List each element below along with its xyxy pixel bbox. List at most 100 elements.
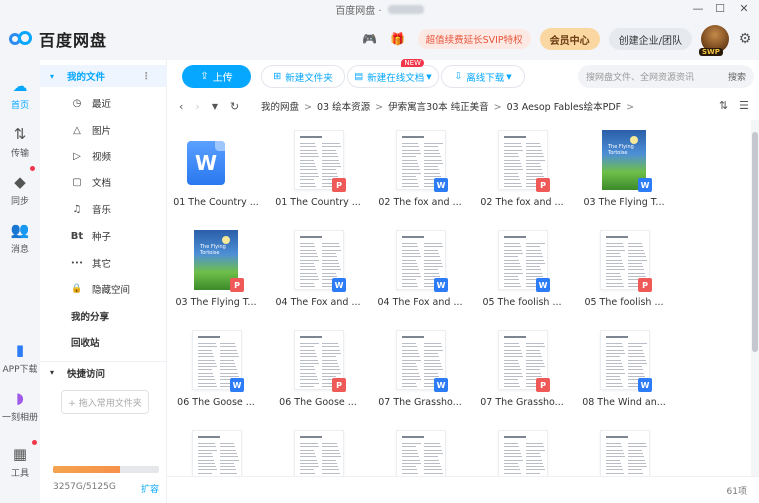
refresh-icon[interactable]: ↻ [230,100,239,113]
status-footer: 61项 [167,476,759,503]
nav-my-files-label: 我的文件 [67,72,106,83]
file-item[interactable] [371,420,469,476]
file-item[interactable]: The Flying Tortoise W 03 The Flying T... [575,120,673,216]
gift-icon[interactable]: 🎁 [390,31,406,47]
nav-item-recent[interactable]: ◷ 最近 [40,92,167,114]
upload-label: 上传 [212,73,233,84]
rail-item-tools[interactable]: ▦ 工具 [0,444,40,479]
file-item[interactable] [269,420,367,476]
word-badge-icon: W [332,278,346,292]
new-folder-button[interactable]: ⊞ 新建文件夹 [261,65,345,88]
storage-usage-text: 3257G/5125G [53,482,116,492]
add-common-folder-button[interactable]: + 拖入常用文件夹 [61,390,149,414]
nav-item-music[interactable]: ♫ 音乐 [40,198,167,220]
title-bar: 百度网盘 · — ☐ ✕ [0,0,759,18]
file-item[interactable]: P 05 The foolish ... [575,220,673,316]
list-view-icon[interactable]: ☰ [739,99,749,112]
nav-item-docs[interactable]: ▢ 文档 [40,171,167,193]
member-center-button[interactable]: 会员中心 [539,28,600,50]
more-icon[interactable]: ⋮ [142,71,152,82]
nav-my-share[interactable]: 我的分享 [40,305,167,327]
search-button[interactable]: 搜索 [728,70,746,83]
breadcrumb-item[interactable]: 伊索寓言30本 纯正美音 [388,102,489,113]
scrollbar-thumb[interactable] [752,132,758,352]
play-icon: ▷ [73,150,81,162]
forward-arrow-icon[interactable]: › [195,100,199,113]
sync-icon: ◆ [14,173,26,191]
file-item[interactable]: P 06 The Goose ... [269,320,367,416]
maximize-button[interactable]: ☐ [712,2,728,15]
rail-item-messages[interactable]: 👥 消息 [0,220,40,255]
file-item[interactable]: W 04 The Fox and ... [269,220,367,316]
nav-item-hidden-space[interactable]: 🔒 隐藏空间 [40,278,167,300]
nav-quick-access[interactable]: ▾ 快捷访问 [40,361,167,383]
offline-download-button[interactable]: ⇩ 离线下载 ▼ [441,65,525,88]
search-input[interactable]: 搜网盘文件、全网资源资讯 [586,70,728,83]
word-file-icon: W [187,141,225,185]
file-item[interactable] [473,420,571,476]
rail-item-transfer[interactable]: ⇅ 传输 [0,124,40,159]
game-icon[interactable]: 🎮 [362,31,378,47]
breadcrumb-item[interactable]: 我的网盘 [261,102,299,113]
file-item[interactable]: W 07 The Grassho... [371,320,469,416]
word-badge-icon: W [434,378,448,392]
storage-progress-bar [53,466,159,473]
nav-item-images[interactable]: △ 图片 [40,119,167,141]
file-thumbnail: W [190,330,246,394]
file-item[interactable]: The Flying Tortoise P 03 The Flying T... [167,220,265,316]
history-dropdown-icon[interactable]: ▼ [212,102,218,111]
back-arrow-icon[interactable]: ‹ [179,100,183,113]
avatar[interactable]: SWP [699,25,729,56]
nav-recycle-bin[interactable]: 回收站 [40,331,167,353]
breadcrumb-item[interactable]: 03 绘本资源 [317,102,370,113]
document-page-preview [600,430,650,476]
file-item[interactable]: W 06 The Goose ... [167,320,265,416]
file-item[interactable]: W 01 The Country ... [167,120,265,216]
nav-item-video[interactable]: ▷ 视频 [40,145,167,167]
upload-button[interactable]: ⇪ 上传 [182,65,251,88]
nav-item-label: 音乐 [92,205,112,216]
file-item[interactable] [575,420,673,476]
close-button[interactable]: ✕ [736,2,752,15]
rail-item-sync[interactable]: ◆ 同步 [0,172,40,207]
rail-item-album[interactable]: ◗ 一刻相册 [0,388,40,423]
file-name: 06 The Goose ... [177,397,255,408]
file-item[interactable]: P 02 The fox and ... [473,120,571,216]
file-item[interactable]: P 01 The Country ... [269,120,367,216]
pdf-badge-icon: P [332,178,346,192]
file-item[interactable]: W 08 The Wind an... [575,320,673,416]
file-item[interactable] [167,420,265,476]
nav-item-label: 视频 [92,152,112,163]
search-box[interactable]: 搜网盘文件、全网资源资讯 搜索 [578,65,754,88]
rail-item-app-download[interactable]: ▮ APP下载 [0,340,40,375]
minimize-button[interactable]: — [690,2,706,15]
file-thumbnail [496,430,552,476]
rail-item-home[interactable]: ☁ 首页 [0,76,40,111]
nav-item-other[interactable]: ••• 其它 [40,252,167,274]
new-online-doc-button[interactable]: ▤ 新建在线文档 ▼ NEW [347,59,439,88]
nav-item-torrent[interactable]: Bt 种子 [40,225,167,247]
gear-icon[interactable]: ⚙ [737,31,753,47]
pdf-badge-icon: P [536,178,550,192]
logo: 百度网盘 [9,27,107,51]
file-item[interactable]: W 02 The fox and ... [371,120,469,216]
create-enterprise-button[interactable]: 创建企业/团队 [608,28,692,50]
image-icon: △ [73,124,81,136]
file-name: 07 The Grassho... [480,397,564,408]
file-thumbnail [394,430,450,476]
file-item[interactable]: W 04 The Fox and ... [371,220,469,316]
caret-down-icon: ▾ [50,71,55,81]
vip-promo-button[interactable]: 超值续费延长SVIP特权 [417,29,531,49]
file-item[interactable]: P 07 The Grassho... [473,320,571,416]
document-page-preview [192,430,242,476]
breadcrumb-item[interactable]: 03 Aesop Fables绘本PDF [507,102,621,113]
file-name: 03 The Flying T... [583,197,665,208]
sort-icon[interactable]: ⇅ [719,99,728,112]
file-name: 02 The fox and ... [480,197,564,208]
expand-storage-link[interactable]: 扩容 [141,482,159,495]
nav-my-files[interactable]: ▾ 我的文件 ⋮ [40,65,167,87]
file-thumbnail: P [598,230,654,294]
nav-my-share-label: 我的分享 [71,312,110,323]
file-name: 05 The foolish ... [584,297,664,308]
file-item[interactable]: W 05 The foolish ... [473,220,571,316]
